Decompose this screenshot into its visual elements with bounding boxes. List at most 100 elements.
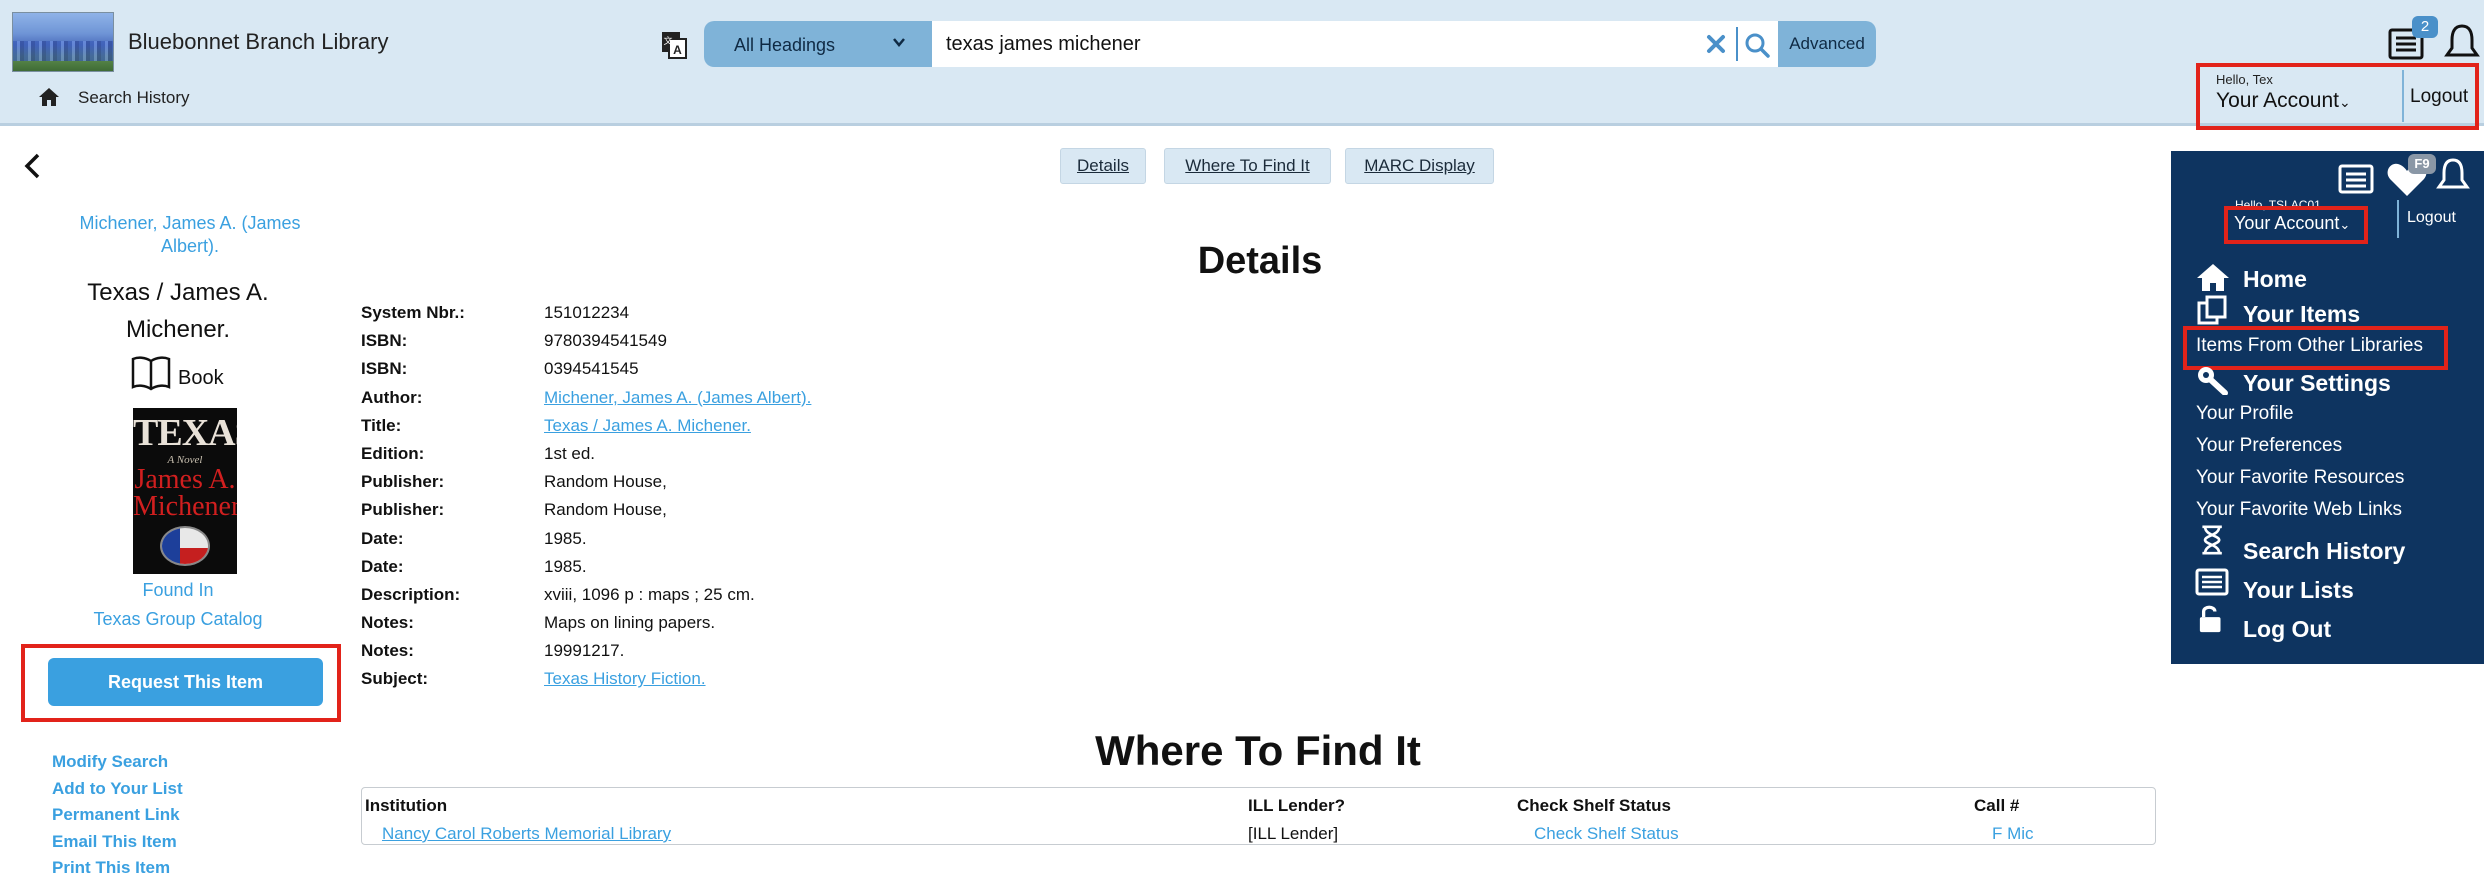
detail-label: Date: [361, 556, 404, 576]
menu-item-your-profile[interactable]: Your Profile [2196, 403, 2294, 425]
translate-icon[interactable]: A 文 [660, 30, 688, 60]
panel-your-account-label: Your Account [2234, 213, 2340, 233]
column-header-call-number: Call # [1974, 796, 2020, 815]
menu-item-search-history[interactable]: Search History [2243, 538, 2405, 565]
top-header: Bluebonnet Branch Library Search History… [0, 0, 2484, 130]
menu-item-your-lists[interactable]: Your Lists [2243, 577, 2354, 604]
hourglass-icon [2202, 525, 2222, 555]
home-icon[interactable] [38, 87, 60, 107]
svg-text:A: A [673, 43, 682, 57]
library-logo[interactable] [12, 12, 114, 72]
detail-label: ISBN: [361, 331, 408, 351]
tab-where-to-find-it[interactable]: Where To Find It [1164, 148, 1331, 184]
bell-icon[interactable] [2436, 156, 2470, 194]
unlock-icon [2199, 605, 2221, 633]
your-account-label: Your Account [2216, 89, 2339, 112]
detail-value: 0394541545 [544, 359, 639, 379]
bell-icon[interactable] [2444, 22, 2480, 62]
panel-your-account-dropdown[interactable]: Your Account⌄ [2234, 213, 2350, 234]
heading-select-label: All Headings [734, 35, 836, 55]
email-item-link[interactable]: Email This Item [52, 829, 183, 856]
cover-flag-emblem [160, 526, 210, 566]
add-to-list-link[interactable]: Add to Your List [52, 776, 183, 803]
cover-author-text: James A. Michener [133, 464, 237, 522]
detail-label: Edition: [361, 443, 425, 463]
call-number-link[interactable]: F Mic [1992, 824, 2034, 844]
menu-item-log-out[interactable]: Log Out [2243, 616, 2331, 643]
column-header-ill-lender: ILL Lender? [1248, 796, 1345, 815]
chevron-down-icon: ⌄ [2339, 217, 2351, 232]
detail-label: Publisher: [361, 500, 445, 520]
found-in-label: Found In [142, 580, 214, 600]
detail-label: System Nbr.: [361, 303, 465, 322]
clear-icon[interactable] [1706, 34, 1726, 54]
permanent-link[interactable]: Permanent Link [52, 802, 183, 829]
logout-button[interactable]: Logout [2410, 86, 2468, 108]
menu-item-your-settings[interactable]: Your Settings [2243, 370, 2391, 397]
column-header-institution: Institution [365, 796, 448, 815]
heading-type-select[interactable]: All Headings [704, 21, 932, 67]
book-cover-image[interactable]: TEXAS A Novel James A. Michener [133, 408, 237, 574]
detail-value: xviii, 1096 p : maps ; 25 cm. [544, 584, 755, 604]
detail-label: Publisher: [361, 472, 445, 492]
search-icon[interactable] [1744, 32, 1770, 58]
menu-item-favorite-web-links[interactable]: Your Favorite Web Links [2196, 499, 2402, 521]
request-item-button[interactable]: Request This Item [48, 658, 323, 706]
list-icon[interactable] [2338, 163, 2374, 195]
where-to-find-heading: Where To Find It [1095, 727, 1421, 774]
tab-details[interactable]: Details [1060, 148, 1146, 184]
back-chevron-icon[interactable] [22, 152, 42, 180]
menu-item-your-preferences[interactable]: Your Preferences [2196, 435, 2342, 457]
item-actions-list: Modify Search Add to Your List Permanent… [52, 749, 183, 882]
detail-label: Subject: [361, 669, 429, 689]
detail-value: 19991217. [544, 641, 625, 661]
detail-label: Notes: [361, 641, 414, 661]
hello-greeting: Hello, Tex [2216, 72, 2273, 87]
catalog-link[interactable]: Texas Group Catalog [60, 609, 296, 630]
detail-value: 1985. [544, 528, 587, 548]
panel-logout-button[interactable]: Logout [2407, 209, 2456, 227]
menu-item-items-other-libraries[interactable]: Items From Other Libraries [2196, 335, 2423, 357]
detail-value: 9780394541549 [544, 331, 667, 351]
search-history-link[interactable]: Search History [78, 88, 189, 108]
account-divider [2402, 70, 2404, 122]
menu-item-favorite-resources[interactable]: Your Favorite Resources [2196, 467, 2404, 489]
subject-detail-link[interactable]: Texas History Fiction. [544, 669, 706, 689]
panel-divider [2397, 200, 2399, 238]
your-account-dropdown[interactable]: Your Account⌄ [2216, 89, 2351, 113]
modify-search-link[interactable]: Modify Search [52, 749, 183, 776]
advanced-search-button[interactable]: Advanced [1778, 21, 1876, 67]
detail-value: 1st ed. [544, 443, 596, 463]
title-detail-link[interactable]: Texas / James A. Michener. [544, 416, 751, 436]
menu-item-your-items[interactable]: Your Items [2243, 301, 2360, 328]
menu-item-home[interactable]: Home [2243, 266, 2307, 293]
cover-title-text: TEXAS [133, 412, 237, 454]
chevron-down-icon [893, 38, 905, 47]
ill-lender-cell: [ILL Lender] [1248, 824, 1339, 843]
holdings-table: Institution ILL Lender? Check Shelf Stat… [361, 787, 2156, 845]
svg-text:文: 文 [663, 35, 672, 46]
search-bar: All Headings Advanced [704, 21, 1876, 67]
list-count-badge: 2 [2412, 16, 2438, 38]
library-name[interactable]: Bluebonnet Branch Library [128, 29, 389, 55]
search-divider [1736, 27, 1738, 61]
author-link[interactable]: Michener, James A. (James Albert). [60, 212, 320, 258]
detail-label: Date: [361, 528, 404, 548]
home-icon [2197, 264, 2229, 291]
print-item-link[interactable]: Print This Item [52, 855, 183, 882]
favorites-badge: F9 [2408, 154, 2436, 174]
detail-label: Notes: [361, 613, 414, 633]
detail-label: Description: [361, 584, 461, 604]
institution-link[interactable]: Nancy Carol Roberts Memorial Library [382, 824, 671, 844]
tab-marc-display[interactable]: MARC Display [1345, 148, 1494, 184]
lists-icon [2195, 568, 2229, 596]
details-heading: Details [1197, 240, 1323, 282]
search-input[interactable] [932, 21, 1702, 67]
detail-value: Random House, [544, 500, 667, 520]
detail-label: Title: [361, 415, 402, 435]
detail-value: 1985. [544, 556, 587, 576]
author-detail-link[interactable]: Michener, James A. (James Albert). [544, 388, 811, 408]
wrench-icon [2198, 367, 2228, 395]
chevron-down-icon: ⌄ [2339, 94, 2351, 110]
check-shelf-status-link[interactable]: Check Shelf Status [1534, 824, 1679, 844]
